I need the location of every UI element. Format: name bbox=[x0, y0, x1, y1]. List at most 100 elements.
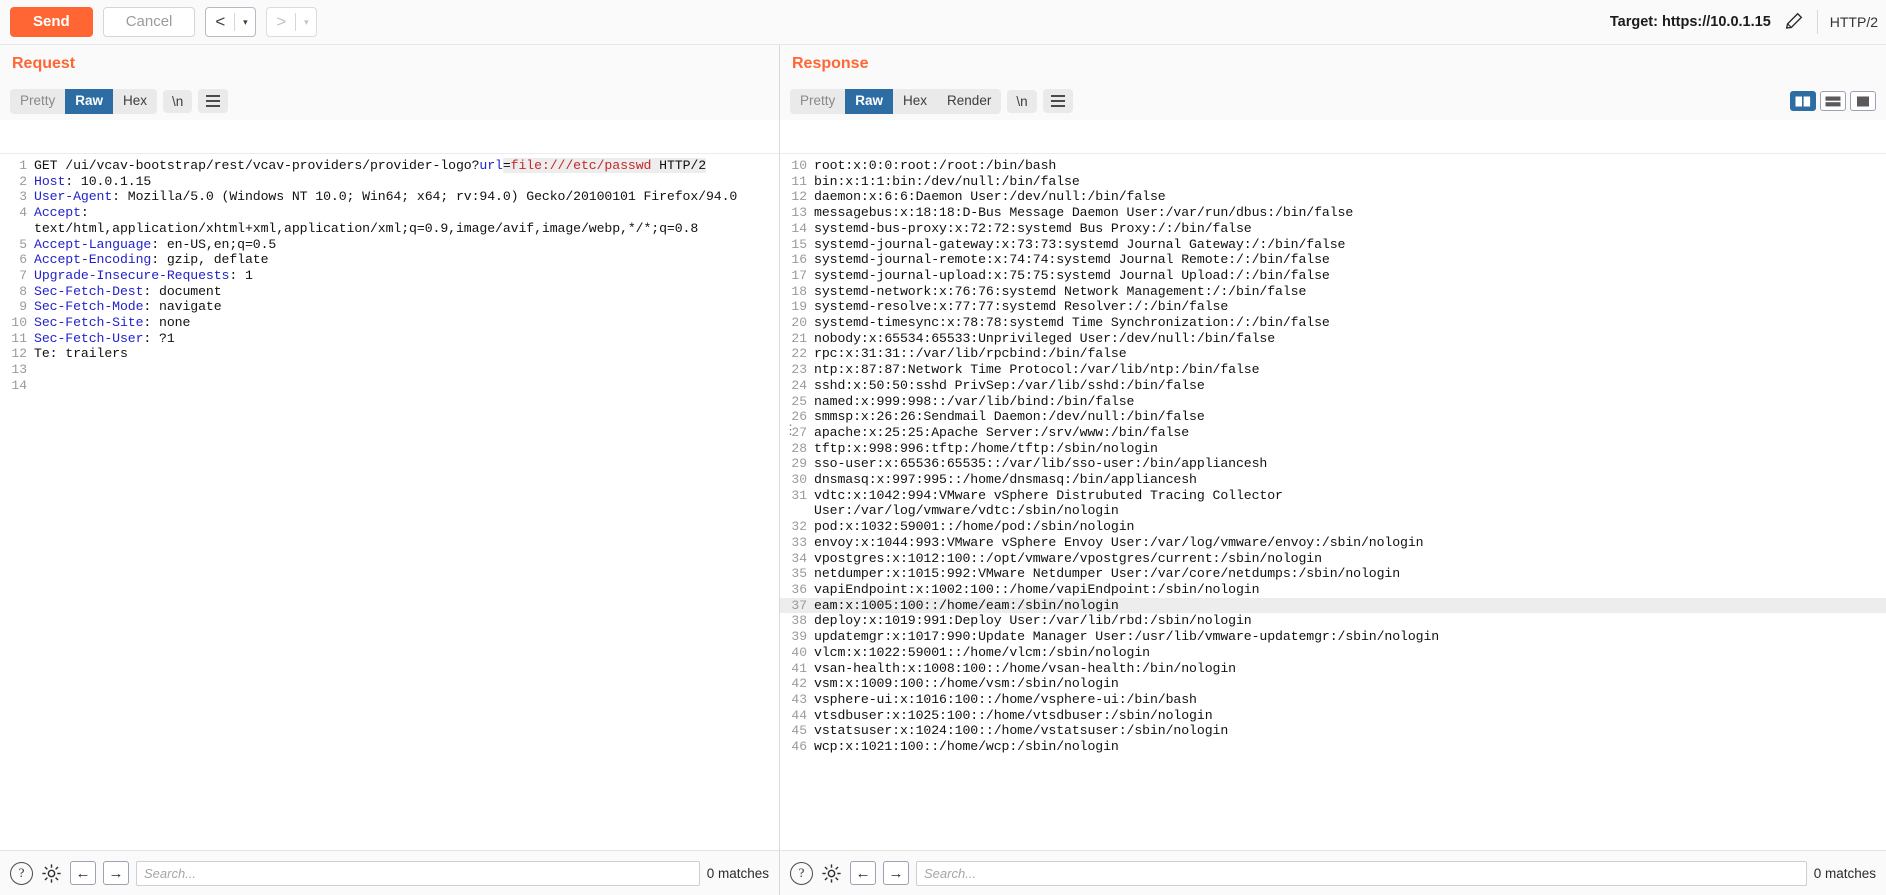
response-line: 23 ntp:x:87:87:Network Time Protocol:/var… bbox=[780, 362, 1886, 378]
previous-history-dropdown-icon[interactable]: ▾ bbox=[235, 8, 255, 36]
request-line: 10 Sec-Fetch-Site: none bbox=[0, 315, 779, 331]
line-text: sso-user:x:65536:65535::/var/lib/sso-use… bbox=[814, 456, 1268, 472]
line-text: vsm:x:1009:100::/home/vsm:/sbin/nologin bbox=[814, 676, 1119, 692]
request-match-count: 0 matches bbox=[706, 865, 769, 881]
line-text: bin:x:1:1:bin:/dev/null:/bin/false bbox=[814, 173, 1080, 189]
request-line: 9 Sec-Fetch-Mode: navigate bbox=[0, 299, 779, 315]
response-line: 32 pod:x:1032:59001::/home/pod:/sbin/nolo… bbox=[780, 519, 1886, 535]
cancel-button[interactable]: Cancel bbox=[102, 6, 196, 38]
request-line: text/html,application/xhtml+xml,applicat… bbox=[0, 221, 779, 237]
line-text: envoy:x:1044:993:VMware vSphere Envoy Us… bbox=[814, 534, 1424, 550]
response-line: 26 smmsp:x:26:26:Sendmail Daemon:/dev/nul… bbox=[780, 409, 1886, 425]
response-line: 19 systemd-resolve:x:77:77:systemd Resolv… bbox=[780, 299, 1886, 315]
tab-response-raw[interactable]: Raw bbox=[845, 89, 894, 114]
gear-icon[interactable] bbox=[820, 862, 843, 885]
view-mode-group bbox=[1790, 91, 1876, 111]
gear-icon[interactable] bbox=[40, 862, 63, 885]
response-code-area[interactable]: 10 root:x:0:0:root:/root:/bin/bash 11 bin:x… bbox=[780, 153, 1886, 850]
response-search-input[interactable] bbox=[916, 860, 1807, 886]
line-number: 11 bbox=[11, 330, 27, 346]
response-line: 41 vsan-health:x:1008:100::/home/vsan-hea… bbox=[780, 661, 1886, 677]
line-text: messagebus:x:18:18:D-Bus Message Daemon … bbox=[814, 205, 1354, 221]
tab-request-pretty[interactable]: Pretty bbox=[10, 89, 65, 114]
line-number: 17 bbox=[791, 267, 807, 283]
help-icon[interactable]: ? bbox=[10, 861, 33, 885]
line-text: vsan-health:x:1008:100::/home/vsan-healt… bbox=[814, 660, 1236, 676]
line-text: Accept: bbox=[34, 205, 89, 221]
search-next-button[interactable]: → bbox=[883, 861, 909, 885]
code-token: Accept bbox=[34, 205, 81, 221]
response-line: 16 systemd-journal-remote:x:74:74:systemd… bbox=[780, 252, 1886, 268]
line-number: 2 bbox=[19, 173, 27, 189]
search-previous-button[interactable]: ← bbox=[850, 861, 876, 885]
line-text: text/html,application/xhtml+xml,applicat… bbox=[34, 221, 698, 237]
next-request-split-button[interactable]: > ▾ bbox=[266, 7, 318, 37]
protocol-label: HTTP/2 bbox=[1829, 14, 1878, 30]
single-pane-view-button[interactable] bbox=[1850, 91, 1876, 111]
next-history-dropdown-icon[interactable]: ▾ bbox=[296, 8, 316, 36]
request-line: 6 Accept-Encoding: gzip, deflate bbox=[0, 252, 779, 268]
code-token: = bbox=[502, 158, 511, 173]
line-number: 31 bbox=[791, 487, 807, 503]
line-text: wcp:x:1021:100::/home/wcp:/sbin/nologin bbox=[814, 739, 1119, 755]
response-menu-icon[interactable] bbox=[1042, 89, 1073, 114]
code-token: file:///etc/passwd bbox=[510, 158, 652, 173]
line-number: 16 bbox=[791, 252, 807, 268]
tab-response-hex[interactable]: Hex bbox=[893, 89, 937, 114]
line-number: 24 bbox=[791, 377, 807, 393]
line-number: 35 bbox=[791, 566, 807, 582]
previous-request-button[interactable]: < bbox=[206, 8, 234, 36]
request-menu-icon[interactable] bbox=[198, 89, 229, 114]
search-previous-button[interactable]: ← bbox=[70, 861, 96, 885]
line-text: systemd-resolve:x:77:77:systemd Resolver… bbox=[814, 299, 1229, 315]
line-text: dnsmasq:x:997:995::/home/dnsmasq:/bin/ap… bbox=[814, 472, 1197, 488]
line-number: 10 bbox=[11, 315, 27, 331]
search-next-button[interactable]: → bbox=[103, 861, 129, 885]
response-panel: Response Pretty Raw Hex Render \n 10 roo… bbox=[780, 45, 1886, 895]
code-token: : ?1 bbox=[143, 330, 175, 346]
line-number: 6 bbox=[19, 252, 27, 268]
request-line: 7 Upgrade-Insecure-Requests: 1 bbox=[0, 268, 779, 284]
response-lines: 10 root:x:0:0:root:/root:/bin/bash 11 bin:x… bbox=[780, 154, 1886, 755]
tab-response-render[interactable]: Render bbox=[937, 89, 1001, 114]
line-text: systemd-journal-gateway:x:73:73:systemd … bbox=[814, 236, 1346, 252]
response-line: 10 root:x:0:0:root:/root:/bin/bash bbox=[780, 158, 1886, 174]
response-line: 44 vtsdbuser:x:1025:100::/home/vtsdbuser:… bbox=[780, 708, 1886, 724]
pencil-icon[interactable] bbox=[1783, 11, 1805, 33]
split-vertical-view-button[interactable] bbox=[1790, 91, 1816, 111]
line-number: 38 bbox=[791, 613, 807, 629]
line-text: tftp:x:998:996:tftp:/home/tftp:/sbin/nol… bbox=[814, 440, 1158, 456]
line-number: 23 bbox=[791, 362, 807, 378]
line-number: 10 bbox=[791, 158, 807, 173]
tab-response-pretty[interactable]: Pretty bbox=[790, 89, 845, 114]
line-number: 43 bbox=[791, 691, 807, 707]
top-toolbar: Send Cancel < ▾ > ▾ Target: https://10.0… bbox=[0, 0, 1886, 45]
help-icon[interactable]: ? bbox=[790, 861, 813, 885]
tab-request-raw[interactable]: Raw bbox=[65, 89, 114, 114]
response-line: 12 daemon:x:6:6:Daemon User:/dev/null:/bi… bbox=[780, 189, 1886, 205]
previous-request-split-button[interactable]: < ▾ bbox=[205, 7, 257, 37]
split-horizontal-view-button[interactable] bbox=[1820, 91, 1846, 111]
toolbar-divider bbox=[1816, 10, 1818, 34]
target-label: Target: https://10.0.1.15 bbox=[1609, 14, 1771, 30]
tab-response-newline[interactable]: \n bbox=[1007, 89, 1037, 113]
line-number: 45 bbox=[791, 723, 807, 739]
next-request-button[interactable]: > bbox=[267, 8, 295, 36]
line-number: 37 bbox=[791, 597, 807, 613]
line-number: 34 bbox=[791, 550, 807, 566]
send-button[interactable]: Send bbox=[10, 6, 93, 38]
line-text: vstatsuser:x:1024:100::/home/vstatsuser:… bbox=[814, 723, 1229, 739]
request-line: 13 bbox=[0, 362, 779, 378]
tab-request-hex[interactable]: Hex bbox=[113, 89, 157, 114]
request-search-input[interactable] bbox=[136, 860, 700, 886]
line-number: 39 bbox=[791, 629, 807, 645]
line-number: 9 bbox=[19, 299, 27, 315]
request-code-area[interactable]: 1 GET /ui/vcav-bootstrap/rest/vcav-provid… bbox=[0, 153, 779, 850]
tab-request-newline[interactable]: \n bbox=[163, 89, 193, 113]
code-token: HTTP/2 bbox=[651, 158, 707, 173]
line-text: vapiEndpoint:x:1002:100::/home/vapiEndpo… bbox=[814, 581, 1260, 597]
code-token: : gzip, deflate bbox=[151, 252, 269, 268]
line-text: Accept-Encoding: gzip, deflate bbox=[34, 252, 269, 268]
request-header: Request bbox=[0, 45, 779, 85]
line-text: updatemgr:x:1017:990:Update Manager User… bbox=[814, 629, 1440, 645]
